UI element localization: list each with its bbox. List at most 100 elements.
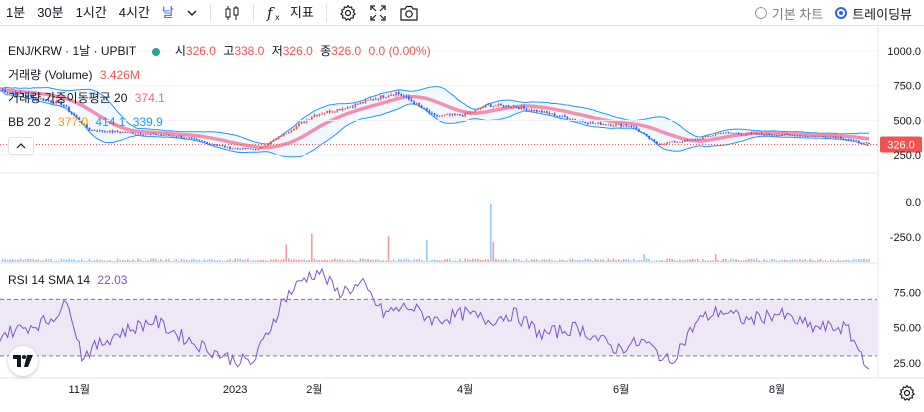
candle-body	[443, 114, 446, 116]
candle-body	[96, 130, 99, 132]
candle-body	[464, 113, 467, 117]
candle-body	[500, 103, 502, 106]
candle-body	[581, 120, 584, 122]
volume-bar	[277, 260, 280, 262]
volume-bar	[24, 259, 27, 262]
volume-bar	[190, 259, 193, 262]
collapse-legend-button[interactable]	[8, 137, 34, 155]
candle-body	[264, 145, 267, 147]
volume-bar	[788, 260, 791, 262]
tradingview-logo[interactable]	[8, 346, 38, 376]
candle-body	[103, 131, 106, 133]
volume-bar	[487, 259, 489, 262]
basic-chart-radio[interactable]: 기본 차트	[754, 4, 823, 23]
screenshot-button[interactable]	[393, 0, 425, 26]
low-label: 저	[271, 44, 283, 58]
candle-body	[471, 111, 474, 113]
candle-body	[142, 134, 145, 136]
volume-bar	[213, 260, 216, 262]
candle-body	[553, 113, 556, 116]
candle-body	[801, 135, 804, 137]
candle-body	[704, 136, 707, 138]
candle-body	[152, 133, 155, 135]
volume-bar	[73, 259, 75, 262]
volume-bar	[193, 259, 196, 262]
volume-label: 거래량 (Volume)	[8, 68, 93, 82]
volume-bar	[326, 260, 328, 262]
volume-bar	[1, 259, 4, 262]
volume-bar	[640, 259, 643, 262]
candle-body	[699, 138, 702, 140]
volume-bar	[765, 260, 768, 262]
volume-bar	[702, 259, 704, 262]
bb-upper-value: 414.1	[95, 115, 126, 129]
candle-body	[408, 96, 410, 100]
volume-bar	[42, 260, 45, 262]
volume-bar	[719, 260, 722, 262]
candle-body	[333, 111, 336, 113]
interval-4h[interactable]: 4시간	[113, 0, 156, 26]
volume-bar	[98, 260, 101, 262]
chart-settings-button[interactable]	[898, 384, 916, 407]
volume-bar	[226, 259, 229, 262]
volume-bar	[88, 258, 91, 262]
candle-body	[742, 134, 745, 136]
tradingview-radio[interactable]: 트레이딩뷰	[835, 4, 912, 23]
interval-1m[interactable]: 1분	[0, 0, 31, 26]
volume-bar	[791, 259, 794, 262]
volume-bar	[236, 258, 239, 262]
volume-bar	[275, 258, 277, 262]
candle-body	[364, 99, 367, 103]
volume-bar	[354, 260, 357, 262]
volume-bar	[684, 260, 686, 262]
divider	[325, 3, 327, 22]
volume-bar	[405, 258, 408, 262]
interval-30m[interactable]: 30분	[31, 0, 69, 26]
candle-body	[175, 136, 178, 138]
interval-dropdown[interactable]	[180, 0, 204, 26]
settings-button[interactable]	[333, 0, 363, 26]
volume-bar	[234, 258, 236, 262]
chart-type-button[interactable]	[217, 0, 247, 26]
volume-bar	[137, 258, 139, 262]
volume-bar	[167, 258, 170, 262]
interval-1h[interactable]: 1시간	[70, 0, 113, 26]
candle-body	[201, 140, 203, 142]
candle-body	[339, 109, 341, 111]
volume-bar	[696, 258, 699, 262]
candle-body	[106, 131, 109, 133]
candle-body	[760, 133, 763, 135]
volume-bar	[96, 259, 98, 262]
volume-bar	[822, 260, 824, 262]
candle-body	[638, 129, 640, 132]
volume-bar	[9, 259, 12, 262]
volume-bar	[387, 236, 390, 262]
candle-body	[535, 109, 538, 112]
volume-bar	[6, 259, 9, 262]
volume-bar	[303, 258, 305, 262]
volume-bar	[183, 259, 185, 262]
volume-bar	[604, 260, 607, 262]
candle-body	[277, 136, 280, 139]
volume-bar	[126, 259, 129, 262]
volume-bar	[114, 260, 116, 262]
volume-bar	[666, 258, 668, 262]
candle-body	[694, 139, 697, 141]
volume-bar	[63, 259, 65, 262]
interval-1d[interactable]: 날	[156, 0, 180, 26]
rsi-tick-label: 75.00	[893, 287, 921, 299]
volume-bar	[385, 260, 387, 262]
time-tick-label: 2월	[306, 383, 322, 396]
volume-bar	[420, 259, 423, 262]
candle-body	[673, 141, 676, 143]
indicators-button[interactable]: f x 지표	[260, 0, 320, 26]
candle-body	[558, 115, 561, 117]
candle-body	[395, 92, 398, 96]
chart-canvas[interactable]: 326.0 1000.0 750.0 500.0 250.0 0.0 -250.0 75.00…	[0, 27, 924, 412]
volume-bar	[247, 258, 249, 262]
fullscreen-button[interactable]	[363, 0, 393, 26]
candle-body	[671, 141, 674, 143]
volume-bar	[418, 259, 420, 262]
candle-body	[604, 124, 607, 126]
candle-body	[441, 115, 444, 117]
